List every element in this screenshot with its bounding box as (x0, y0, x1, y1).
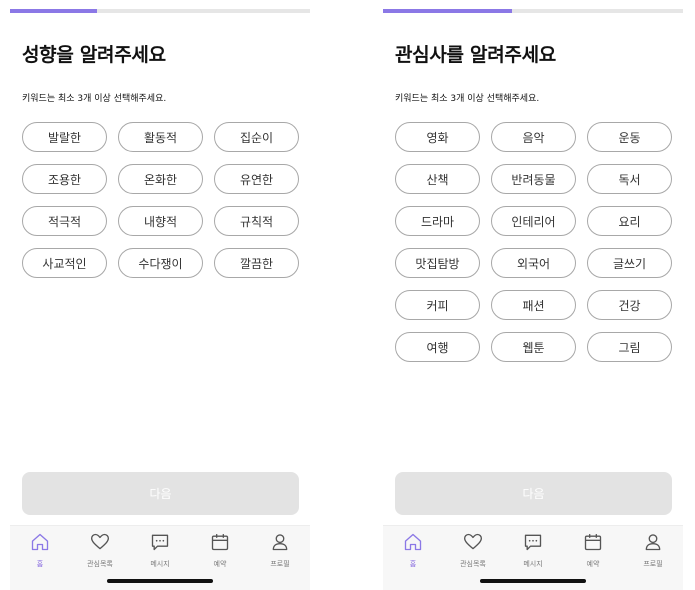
tab-label: 홈 (36, 560, 44, 568)
heart-icon (90, 532, 110, 556)
keyword-chip[interactable]: 웹툰 (491, 332, 576, 362)
tab-label: 예약 (213, 560, 227, 568)
tab-label: 관심목록 (87, 560, 113, 568)
bottom-tab-bar: 홈 관심목록 메시지 예약 프로필 (383, 525, 683, 590)
keyword-chip[interactable]: 운동 (587, 122, 672, 152)
calendar-icon (583, 532, 603, 556)
home-icon (30, 532, 50, 556)
interests-screen: 관심사를 알려주세요키워드는 최소 3개 이상 선택해주세요. 영화 음악 운동산책 반… (383, 0, 683, 590)
tab-calendar[interactable]: 예약 (190, 532, 250, 569)
personality-screen: 성향을 알려주세요키워드는 최소 3개 이상 선택해주세요. 발랄한 활동적 집순이조… (10, 0, 310, 590)
keyword-chip[interactable]: 규칙적 (214, 206, 299, 236)
keyword-chip[interactable]: 영화 (395, 122, 480, 152)
profile-icon (643, 532, 663, 556)
tab-label: 메시지 (523, 560, 543, 568)
keyword-chip[interactable]: 커피 (395, 290, 480, 320)
keyword-chip[interactable]: 내향적 (118, 206, 203, 236)
page-subtitle: 키워드는 최소 3개 이상 선택해주세요. (395, 94, 540, 104)
tab-profile[interactable]: 프로필 (250, 532, 310, 569)
progress-bar (10, 9, 310, 13)
keyword-chip[interactable]: 반려동물 (491, 164, 576, 194)
keyword-chip[interactable]: 유연한 (214, 164, 299, 194)
tab-heart[interactable]: 관심목록 (443, 532, 503, 569)
keyword-chip-grid: 영화 음악 운동산책 반려동물 독서드라마 인테리어 요리맛집탐방 외국어 글쓰기커피 패션 건강여… (395, 122, 672, 362)
keyword-chip[interactable]: 적극적 (22, 206, 107, 236)
tab-home[interactable]: 홈 (383, 532, 443, 569)
tab-label: 프로필 (643, 560, 663, 568)
heart-icon (463, 532, 483, 556)
tab-label: 메시지 (150, 560, 170, 568)
tab-calendar[interactable]: 예약 (563, 532, 623, 569)
tab-profile[interactable]: 프로필 (623, 532, 683, 569)
keyword-chip[interactable]: 그림 (587, 332, 672, 362)
keyword-chip[interactable]: 활동적 (118, 122, 203, 152)
tab-label: 홈 (409, 560, 417, 568)
chat-icon (150, 532, 170, 556)
home-icon (403, 532, 423, 556)
tab-label: 예약 (586, 560, 600, 568)
keyword-chip[interactable]: 여행 (395, 332, 480, 362)
page-subtitle: 키워드는 최소 3개 이상 선택해주세요. (22, 94, 167, 104)
keyword-chip[interactable]: 집순이 (214, 122, 299, 152)
tab-label: 관심목록 (460, 560, 486, 568)
keyword-chip[interactable]: 음악 (491, 122, 576, 152)
keyword-chip[interactable]: 깔끔한 (214, 248, 299, 278)
next-button[interactable]: 다음 (395, 472, 672, 515)
keyword-chip[interactable]: 맛집탐방 (395, 248, 480, 278)
next-button[interactable]: 다음 (22, 472, 299, 515)
keyword-chip[interactable]: 글쓰기 (587, 248, 672, 278)
bottom-tab-bar: 홈 관심목록 메시지 예약 프로필 (10, 525, 310, 590)
tab-label: 프로필 (270, 560, 290, 568)
tab-home[interactable]: 홈 (10, 532, 70, 569)
home-indicator (480, 579, 586, 583)
keyword-chip[interactable]: 산책 (395, 164, 480, 194)
keyword-chip[interactable]: 건강 (587, 290, 672, 320)
keyword-chip[interactable]: 드라마 (395, 206, 480, 236)
tab-heart[interactable]: 관심목록 (70, 532, 130, 569)
tab-chat[interactable]: 메시지 (503, 532, 563, 569)
keyword-chip[interactable]: 수다쟁이 (118, 248, 203, 278)
home-indicator (107, 579, 213, 583)
keyword-chip[interactable]: 외국어 (491, 248, 576, 278)
chat-icon (523, 532, 543, 556)
tab-chat[interactable]: 메시지 (130, 532, 190, 569)
progress-fill (383, 9, 512, 13)
keyword-chip-grid: 발랄한 활동적 집순이조용한 온화한 유연한적극적 내향적 규칙적사교적인 수다쟁이 깔끔한 (22, 122, 299, 278)
keyword-chip[interactable]: 인테리어 (491, 206, 576, 236)
keyword-chip[interactable]: 온화한 (118, 164, 203, 194)
keyword-chip[interactable]: 요리 (587, 206, 672, 236)
page-title: 성향을 알려주세요 (22, 44, 166, 66)
progress-bar (383, 9, 683, 13)
keyword-chip[interactable]: 조용한 (22, 164, 107, 194)
calendar-icon (210, 532, 230, 556)
keyword-chip[interactable]: 사교적인 (22, 248, 107, 278)
profile-icon (270, 532, 290, 556)
keyword-chip[interactable]: 독서 (587, 164, 672, 194)
keyword-chip[interactable]: 패션 (491, 290, 576, 320)
progress-fill (10, 9, 97, 13)
page-title: 관심사를 알려주세요 (395, 44, 556, 66)
keyword-chip[interactable]: 발랄한 (22, 122, 107, 152)
